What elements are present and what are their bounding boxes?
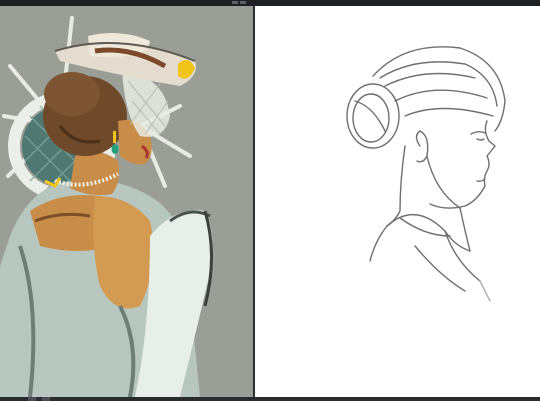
status-indicator-icon [42,397,50,401]
hair-outline [372,46,506,132]
app-status-bar [0,397,540,401]
ear-outline [415,130,429,163]
eyebrow [470,131,486,135]
earring-post [113,131,116,143]
shoulder-line [414,245,466,292]
eye-line [476,138,485,141]
face-profile [429,120,496,209]
jaw-line [426,155,461,209]
emerald-earring [111,144,119,154]
status-indicator-icon [28,397,36,401]
painting-artwork [0,16,213,397]
pencil-strokes [346,46,506,302]
painted-canvas[interactable] [0,6,253,397]
neck [70,152,120,196]
neck-front [459,207,471,252]
neck-back [386,145,406,227]
toolbar-indicator-icon[interactable] [232,1,238,4]
sketch-artwork [346,46,506,302]
toolbar-indicator-icon[interactable] [240,1,246,4]
sketch-canvas[interactable] [255,6,540,397]
